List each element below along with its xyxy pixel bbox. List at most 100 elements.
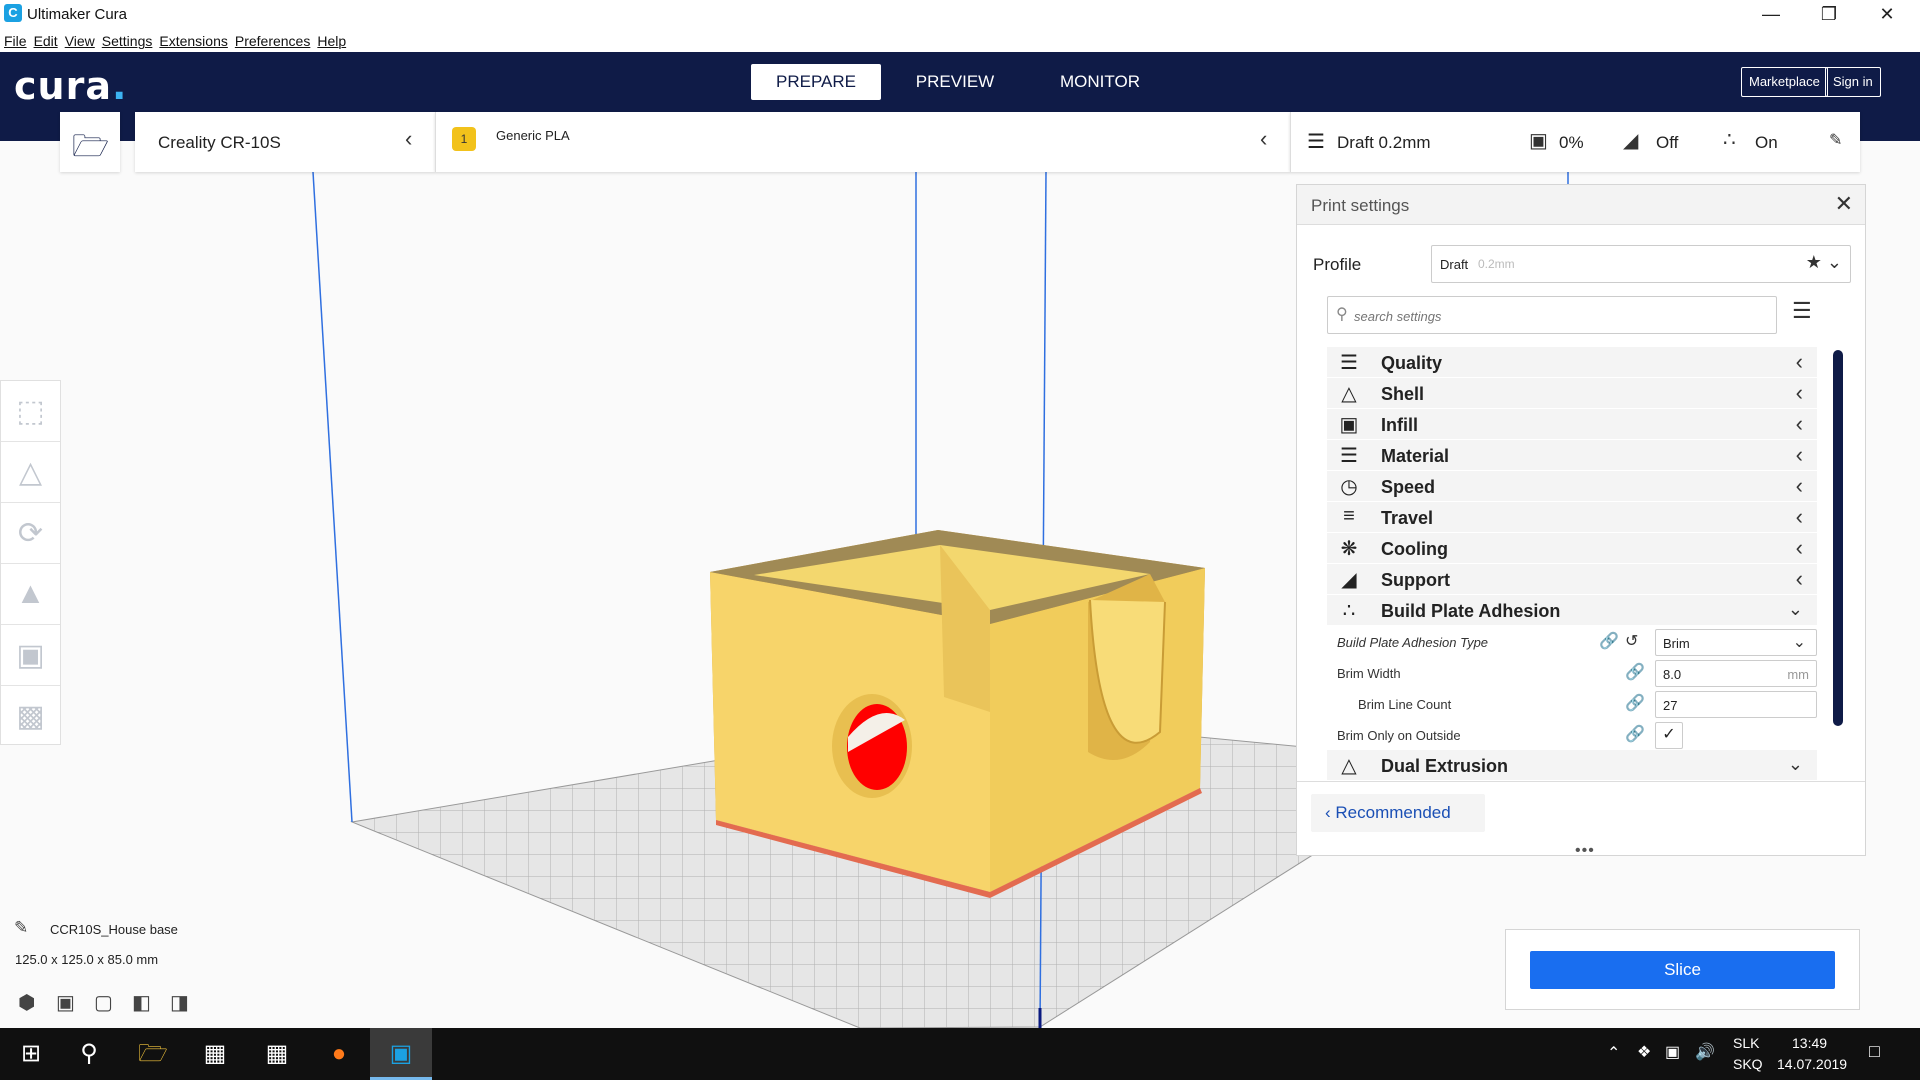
category-infill[interactable]: ▣ Infill ‹ xyxy=(1327,409,1817,440)
setting-label: Build Plate Adhesion Type xyxy=(1337,635,1489,650)
category-travel[interactable]: ≡ Travel ‹ xyxy=(1327,502,1817,533)
move-tool-button[interactable]: ⬚ xyxy=(1,381,60,442)
calendar-icon[interactable]: ▦ xyxy=(184,1028,246,1080)
category-support[interactable]: ◢ Support ‹ xyxy=(1327,564,1817,595)
menu-view[interactable]: View xyxy=(65,33,95,52)
adhesion-type-value: Brim xyxy=(1663,636,1690,651)
infill-value: 0% xyxy=(1559,133,1584,152)
brim-line-count-input[interactable]: 27 xyxy=(1655,691,1817,718)
window-title-bar: C Ultimaker Cura — ❐ ✕ xyxy=(0,0,1920,30)
reset-icon[interactable]: ↺ xyxy=(1625,631,1638,651)
support-blocker-button[interactable]: ▩ xyxy=(1,686,60,747)
category-build-plate-adhesion[interactable]: ∴ Build Plate Adhesion ⌄ xyxy=(1327,595,1817,626)
material-icon: ☰ xyxy=(1340,445,1358,467)
left-view-icon[interactable]: ◧ xyxy=(132,990,170,1015)
language-bottom[interactable]: SKQ xyxy=(1733,1056,1763,1072)
profile-name: Draft xyxy=(1440,257,1469,272)
category-label: Speed xyxy=(1381,477,1436,497)
firefox-icon[interactable]: ● xyxy=(308,1028,370,1080)
search-input[interactable] xyxy=(1354,305,1764,327)
menu-file[interactable]: File xyxy=(4,33,27,52)
category-speed[interactable]: ◷ Speed ‹ xyxy=(1327,471,1817,502)
windows-start-icon[interactable]: ⊞ xyxy=(0,1028,62,1080)
top-view-icon[interactable]: ▢ xyxy=(94,990,132,1015)
adhesion-type-dropdown[interactable]: Brim ⌄ xyxy=(1655,629,1817,656)
pencil-icon: ✎ xyxy=(1829,132,1843,149)
search-settings-box[interactable]: ⚲ xyxy=(1327,296,1777,334)
open-file-button[interactable]: 🗁 xyxy=(60,112,120,172)
3d-view-icon[interactable]: ⬢ xyxy=(18,990,56,1015)
category-dual-extrusion[interactable]: △ Dual Extrusion ⌄ xyxy=(1327,750,1817,781)
setting-brim-width: Brim Width 🔗 8.0 mm xyxy=(1327,657,1817,688)
cura-taskbar-icon[interactable]: ▣ xyxy=(370,1028,432,1080)
link-icon: 🔗 xyxy=(1599,633,1619,650)
category-shell[interactable]: △ Shell ‹ xyxy=(1327,378,1817,409)
category-cooling[interactable]: ❋ Cooling ‹ xyxy=(1327,533,1817,564)
printer-selector[interactable]: Creality CR-10S ‹ xyxy=(135,112,435,172)
clock-time[interactable]: 13:49 xyxy=(1792,1035,1827,1051)
marketplace-button[interactable]: Marketplace xyxy=(1741,67,1828,97)
star-icon[interactable]: ★ ⌄ xyxy=(1806,252,1842,273)
dropbox-icon[interactable]: ❖ xyxy=(1637,1042,1651,1062)
category-label: Travel xyxy=(1381,508,1434,528)
print-settings-panel: Print settings ✕ Profile Draft 0.2mm ★ ⌄… xyxy=(1296,184,1866,859)
network-icon[interactable]: ▣ xyxy=(1665,1042,1680,1062)
settings-list: ☰ Quality ‹ △ Shell ‹ ▣ Infill ‹ ☰ Mater… xyxy=(1327,347,1817,781)
chevron-left-icon: ‹ xyxy=(1260,126,1268,151)
material-selector[interactable]: 1 Generic PLA ‹ xyxy=(435,112,1290,172)
support-icon: ◢ xyxy=(1341,569,1357,591)
rotate-tool-button[interactable]: ⟳ xyxy=(1,503,60,564)
chevron-left-icon: ‹ xyxy=(1795,411,1803,436)
travel-icon: ≡ xyxy=(1343,505,1355,527)
hamburger-menu-icon[interactable]: ☰ xyxy=(1792,298,1812,324)
recommended-button[interactable]: ‹ Recommended xyxy=(1311,794,1485,832)
tab-monitor[interactable]: MONITOR xyxy=(1035,64,1165,100)
notification-icon[interactable]: □ xyxy=(1869,1041,1880,1062)
chevron-down-icon: ⌄ xyxy=(1787,754,1803,774)
right-view-icon[interactable]: ◨ xyxy=(170,990,208,1015)
volume-icon[interactable]: 🔊 xyxy=(1695,1042,1715,1062)
tab-preview[interactable]: PREVIEW xyxy=(890,64,1020,100)
window-title: Ultimaker Cura xyxy=(27,6,128,23)
profile-dropdown[interactable]: Draft 0.2mm ★ ⌄ xyxy=(1431,245,1851,283)
cura-app-icon: C xyxy=(4,4,22,22)
sign-in-button[interactable]: Sign in xyxy=(1825,67,1881,97)
mirror-tool-button[interactable]: ▲ xyxy=(1,564,60,625)
menu-edit[interactable]: Edit xyxy=(34,33,58,52)
build-volume-edge xyxy=(312,172,353,823)
scale-tool-button[interactable]: △ xyxy=(1,442,60,503)
file-explorer-icon[interactable]: 🗁 xyxy=(122,1028,184,1080)
slice-panel: Slice xyxy=(1505,929,1860,1010)
clock-date[interactable]: 14.07.2019 xyxy=(1777,1056,1847,1072)
menu-settings[interactable]: Settings xyxy=(102,33,153,52)
brim-width-input[interactable]: 8.0 mm xyxy=(1655,660,1817,687)
tab-prepare[interactable]: PREPARE xyxy=(751,64,881,100)
close-window-button[interactable]: ✕ xyxy=(1858,0,1916,30)
category-label: Shell xyxy=(1381,384,1425,404)
close-icon[interactable]: ✕ xyxy=(1835,191,1853,217)
adhesion-value: On xyxy=(1755,133,1778,152)
minimize-button[interactable]: — xyxy=(1742,0,1800,30)
category-quality[interactable]: ☰ Quality ‹ xyxy=(1327,347,1817,378)
language-top[interactable]: SLK xyxy=(1733,1035,1759,1051)
search-icon[interactable]: ⚲ xyxy=(58,1028,120,1080)
menu-extensions[interactable]: Extensions xyxy=(159,33,227,52)
pencil-icon[interactable]: ✎ xyxy=(14,918,28,938)
infill-icon: ▣ xyxy=(1529,130,1548,152)
slice-button[interactable]: Slice xyxy=(1530,951,1835,989)
category-material[interactable]: ☰ Material ‹ xyxy=(1327,440,1817,471)
per-model-settings-button[interactable]: ▣ xyxy=(1,625,60,686)
restore-button[interactable]: ❐ xyxy=(1800,0,1858,30)
menu-help[interactable]: Help xyxy=(317,33,346,52)
view-orientation-buttons: ⬢ ▣ ▢ ◧ ◨ xyxy=(18,990,208,1015)
tray-chevron-up-icon[interactable]: ⌃ xyxy=(1607,1043,1620,1063)
menu-preferences[interactable]: Preferences xyxy=(235,33,310,52)
chevron-left-icon: ‹ xyxy=(1795,566,1803,591)
calculator-icon[interactable]: ▦ xyxy=(246,1028,308,1080)
brim-only-outside-checkbox[interactable]: ✓ xyxy=(1655,722,1683,749)
front-view-icon[interactable]: ▣ xyxy=(56,990,94,1015)
print-settings-bar[interactable]: ☰ Draft 0.2mm ▣ 0% ◢ Off ∴ On ✎ xyxy=(1290,112,1860,172)
settings-scrollbar[interactable] xyxy=(1833,350,1843,726)
resize-handle-icon[interactable]: ••• xyxy=(1575,842,1595,860)
folder-open-icon: 🗁 xyxy=(72,130,110,163)
